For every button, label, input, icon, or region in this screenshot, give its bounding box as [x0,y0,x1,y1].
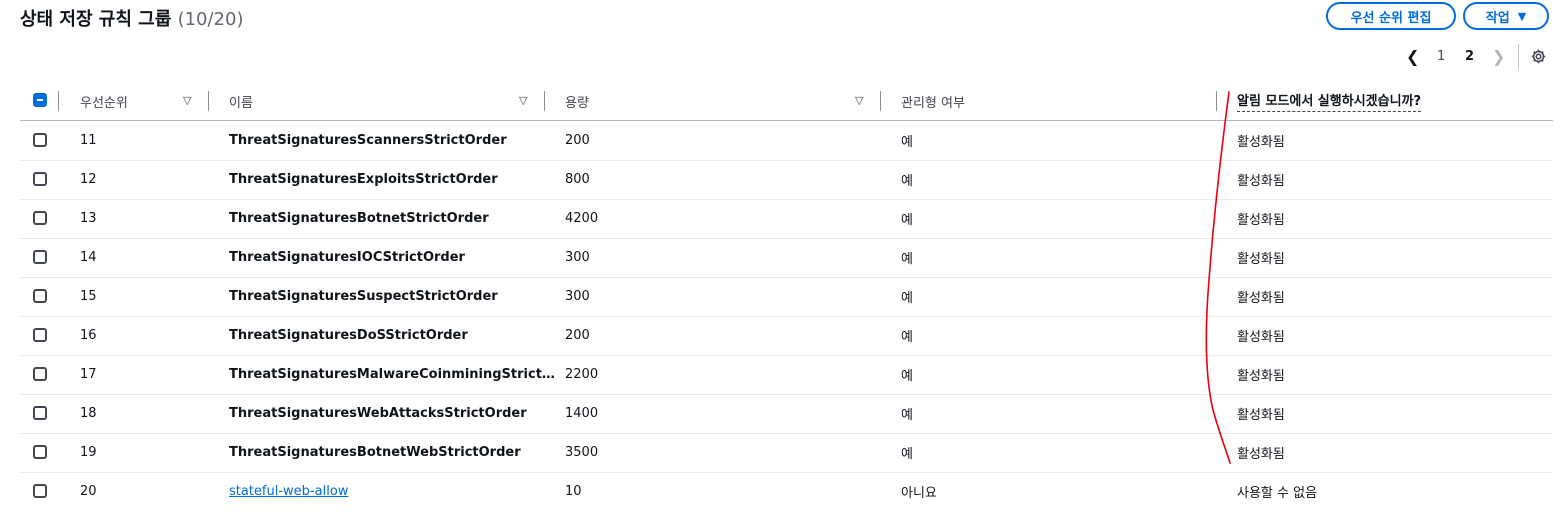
row-checkbox[interactable] [33,211,47,225]
column-divider [544,91,545,111]
capacity-cell: 4200 [565,211,599,226]
page-2-link-current[interactable]: 2 [1465,46,1474,68]
rule-group-name: ThreatSignaturesIOCStrictOrder [229,250,465,265]
rule-group-name: ThreatSignaturesBotnetStrictOrder [229,211,489,226]
alert-mode-cell: 활성화됨 [1237,369,1285,384]
table-row[interactable]: 13 ThreatSignaturesBotnetStrictOrder 4200 예… [20,199,1553,239]
alert-mode-cell: 활성화됨 [1237,252,1285,267]
page-1-link[interactable]: 1 [1437,46,1445,68]
alert-mode-cell: 활성화됨 [1237,213,1285,228]
column-header-priority[interactable]: 우선순위 [80,82,128,120]
column-header-name[interactable]: 이름 [229,82,253,120]
actions-label: 작업 [1485,10,1510,26]
table-row[interactable]: 17 ThreatSignaturesMalwareCoinminingStric… [20,355,1553,395]
rule-group-name: ThreatSignaturesBotnetWebStrictOrder [229,445,521,460]
column-divider [1216,91,1217,111]
rule-group-name: ThreatSignaturesDoSStrictOrder [229,328,468,343]
actions-button[interactable]: 작업 ▼ [1463,2,1549,30]
page-title: 상태 저장 규칙 그룹 (10/20) [20,5,243,31]
row-checkbox[interactable] [33,133,47,147]
table-row[interactable]: 12 ThreatSignaturesExploitsStrictOrder 800… [20,160,1553,200]
capacity-cell: 300 [565,250,590,265]
column-header-alert-mode[interactable]: 알림 모드에서 실행하시겠습니까? [1237,82,1422,120]
pagination-divider [1518,44,1519,70]
sort-icon[interactable]: ▽ [519,94,527,107]
managed-cell: 예 [901,330,913,345]
managed-cell: 예 [901,408,913,423]
priority-cell: 11 [80,133,97,148]
capacity-cell: 800 [565,172,590,187]
table-row[interactable]: 14 ThreatSignaturesIOCStrictOrder 300 예 활성화됨 [20,238,1553,278]
managed-cell: 예 [901,213,913,228]
priority-cell: 19 [80,445,97,460]
alert-mode-cell: 활성화됨 [1237,408,1285,423]
rule-group-name: ThreatSignaturesMalwareCoinminingStrict… [229,367,555,382]
column-divider [58,91,59,111]
priority-cell: 13 [80,211,97,226]
alert-mode-cell: 사용할 수 없음 [1237,486,1318,501]
priority-cell: 12 [80,172,97,187]
managed-cell: 예 [901,369,913,384]
priority-cell: 20 [80,484,97,499]
rule-group-name: ThreatSignaturesScannersStrictOrder [229,133,507,148]
column-divider [208,91,209,111]
table-row[interactable]: 18 ThreatSignaturesWebAttacksStrictOrder 1… [20,394,1553,434]
row-checkbox[interactable] [33,172,47,186]
previous-page-icon[interactable]: ❮ [1406,46,1419,68]
priority-cell: 15 [80,289,97,304]
row-checkbox[interactable] [33,484,47,498]
column-divider [880,91,881,111]
sort-icon[interactable]: ▽ [183,94,191,107]
rule-group-name: ThreatSignaturesSuspectStrictOrder [229,289,498,304]
table-row[interactable]: 20 stateful-web-allow 10 아니요 사용할 수 없음 [20,472,1553,511]
table-row[interactable]: 16 ThreatSignaturesDoSStrictOrder 200 예 활성화됨 [20,316,1553,356]
edit-priority-button[interactable]: 우선 순위 편집 [1326,2,1456,30]
managed-cell: 예 [901,252,913,267]
caret-down-icon: ▼ [1517,9,1527,23]
row-checkbox[interactable] [33,367,47,381]
row-checkbox[interactable] [33,250,47,264]
alert-mode-cell: 활성화됨 [1237,330,1285,345]
row-checkbox[interactable] [33,445,47,459]
managed-cell: 예 [901,291,913,306]
capacity-cell: 3500 [565,445,599,460]
table-row[interactable]: 11 ThreatSignaturesScannersStrictOrder 200… [20,121,1553,161]
capacity-cell: 1400 [565,406,599,421]
managed-cell: 예 [901,447,913,462]
priority-cell: 18 [80,406,97,421]
capacity-cell: 200 [565,328,590,343]
alert-mode-cell: 활성화됨 [1237,135,1285,150]
select-all-checkbox[interactable] [33,93,47,107]
gear-icon[interactable] [1530,48,1547,65]
managed-cell: 예 [901,174,913,189]
title-text: 상태 저장 규칙 그룹 [20,9,172,30]
alert-mode-cell: 활성화됨 [1237,291,1285,306]
capacity-cell: 2200 [565,367,599,382]
next-page-icon[interactable]: ❯ [1492,46,1505,68]
rule-group-name: ThreatSignaturesWebAttacksStrictOrder [229,406,527,421]
table-row[interactable]: 15 ThreatSignaturesSuspectStrictOrder 300 예… [20,277,1553,317]
row-checkbox[interactable] [33,406,47,420]
alert-mode-cell: 활성화됨 [1237,174,1285,189]
priority-cell: 14 [80,250,97,265]
sort-icon[interactable]: ▽ [855,94,863,107]
alert-mode-cell: 활성화됨 [1237,447,1285,462]
alert-mode-header-label: 알림 모드에서 실행하시겠습니까? [1237,90,1422,112]
priority-cell: 16 [80,328,97,343]
selection-count: (10/20) [177,9,244,30]
row-checkbox[interactable] [33,289,47,303]
column-header-managed[interactable]: 관리형 여부 [901,82,965,120]
managed-cell: 예 [901,135,913,150]
capacity-cell: 200 [565,133,590,148]
row-checkbox[interactable] [33,328,47,342]
table-header: 우선순위 ▽ 이름 ▽ 용량 ▽ 관리형 여부 알림 모드에서 실행하시겠습니까… [20,82,1553,121]
column-header-capacity[interactable]: 용량 [565,82,589,120]
capacity-cell: 300 [565,289,590,304]
rule-group-name: ThreatSignaturesExploitsStrictOrder [229,172,498,187]
capacity-cell: 10 [565,484,582,499]
rule-group-link[interactable]: stateful-web-allow [229,472,348,511]
priority-cell: 17 [80,367,97,382]
managed-cell: 아니요 [901,486,937,501]
table-row[interactable]: 19 ThreatSignaturesBotnetWebStrictOrder 35… [20,433,1553,473]
